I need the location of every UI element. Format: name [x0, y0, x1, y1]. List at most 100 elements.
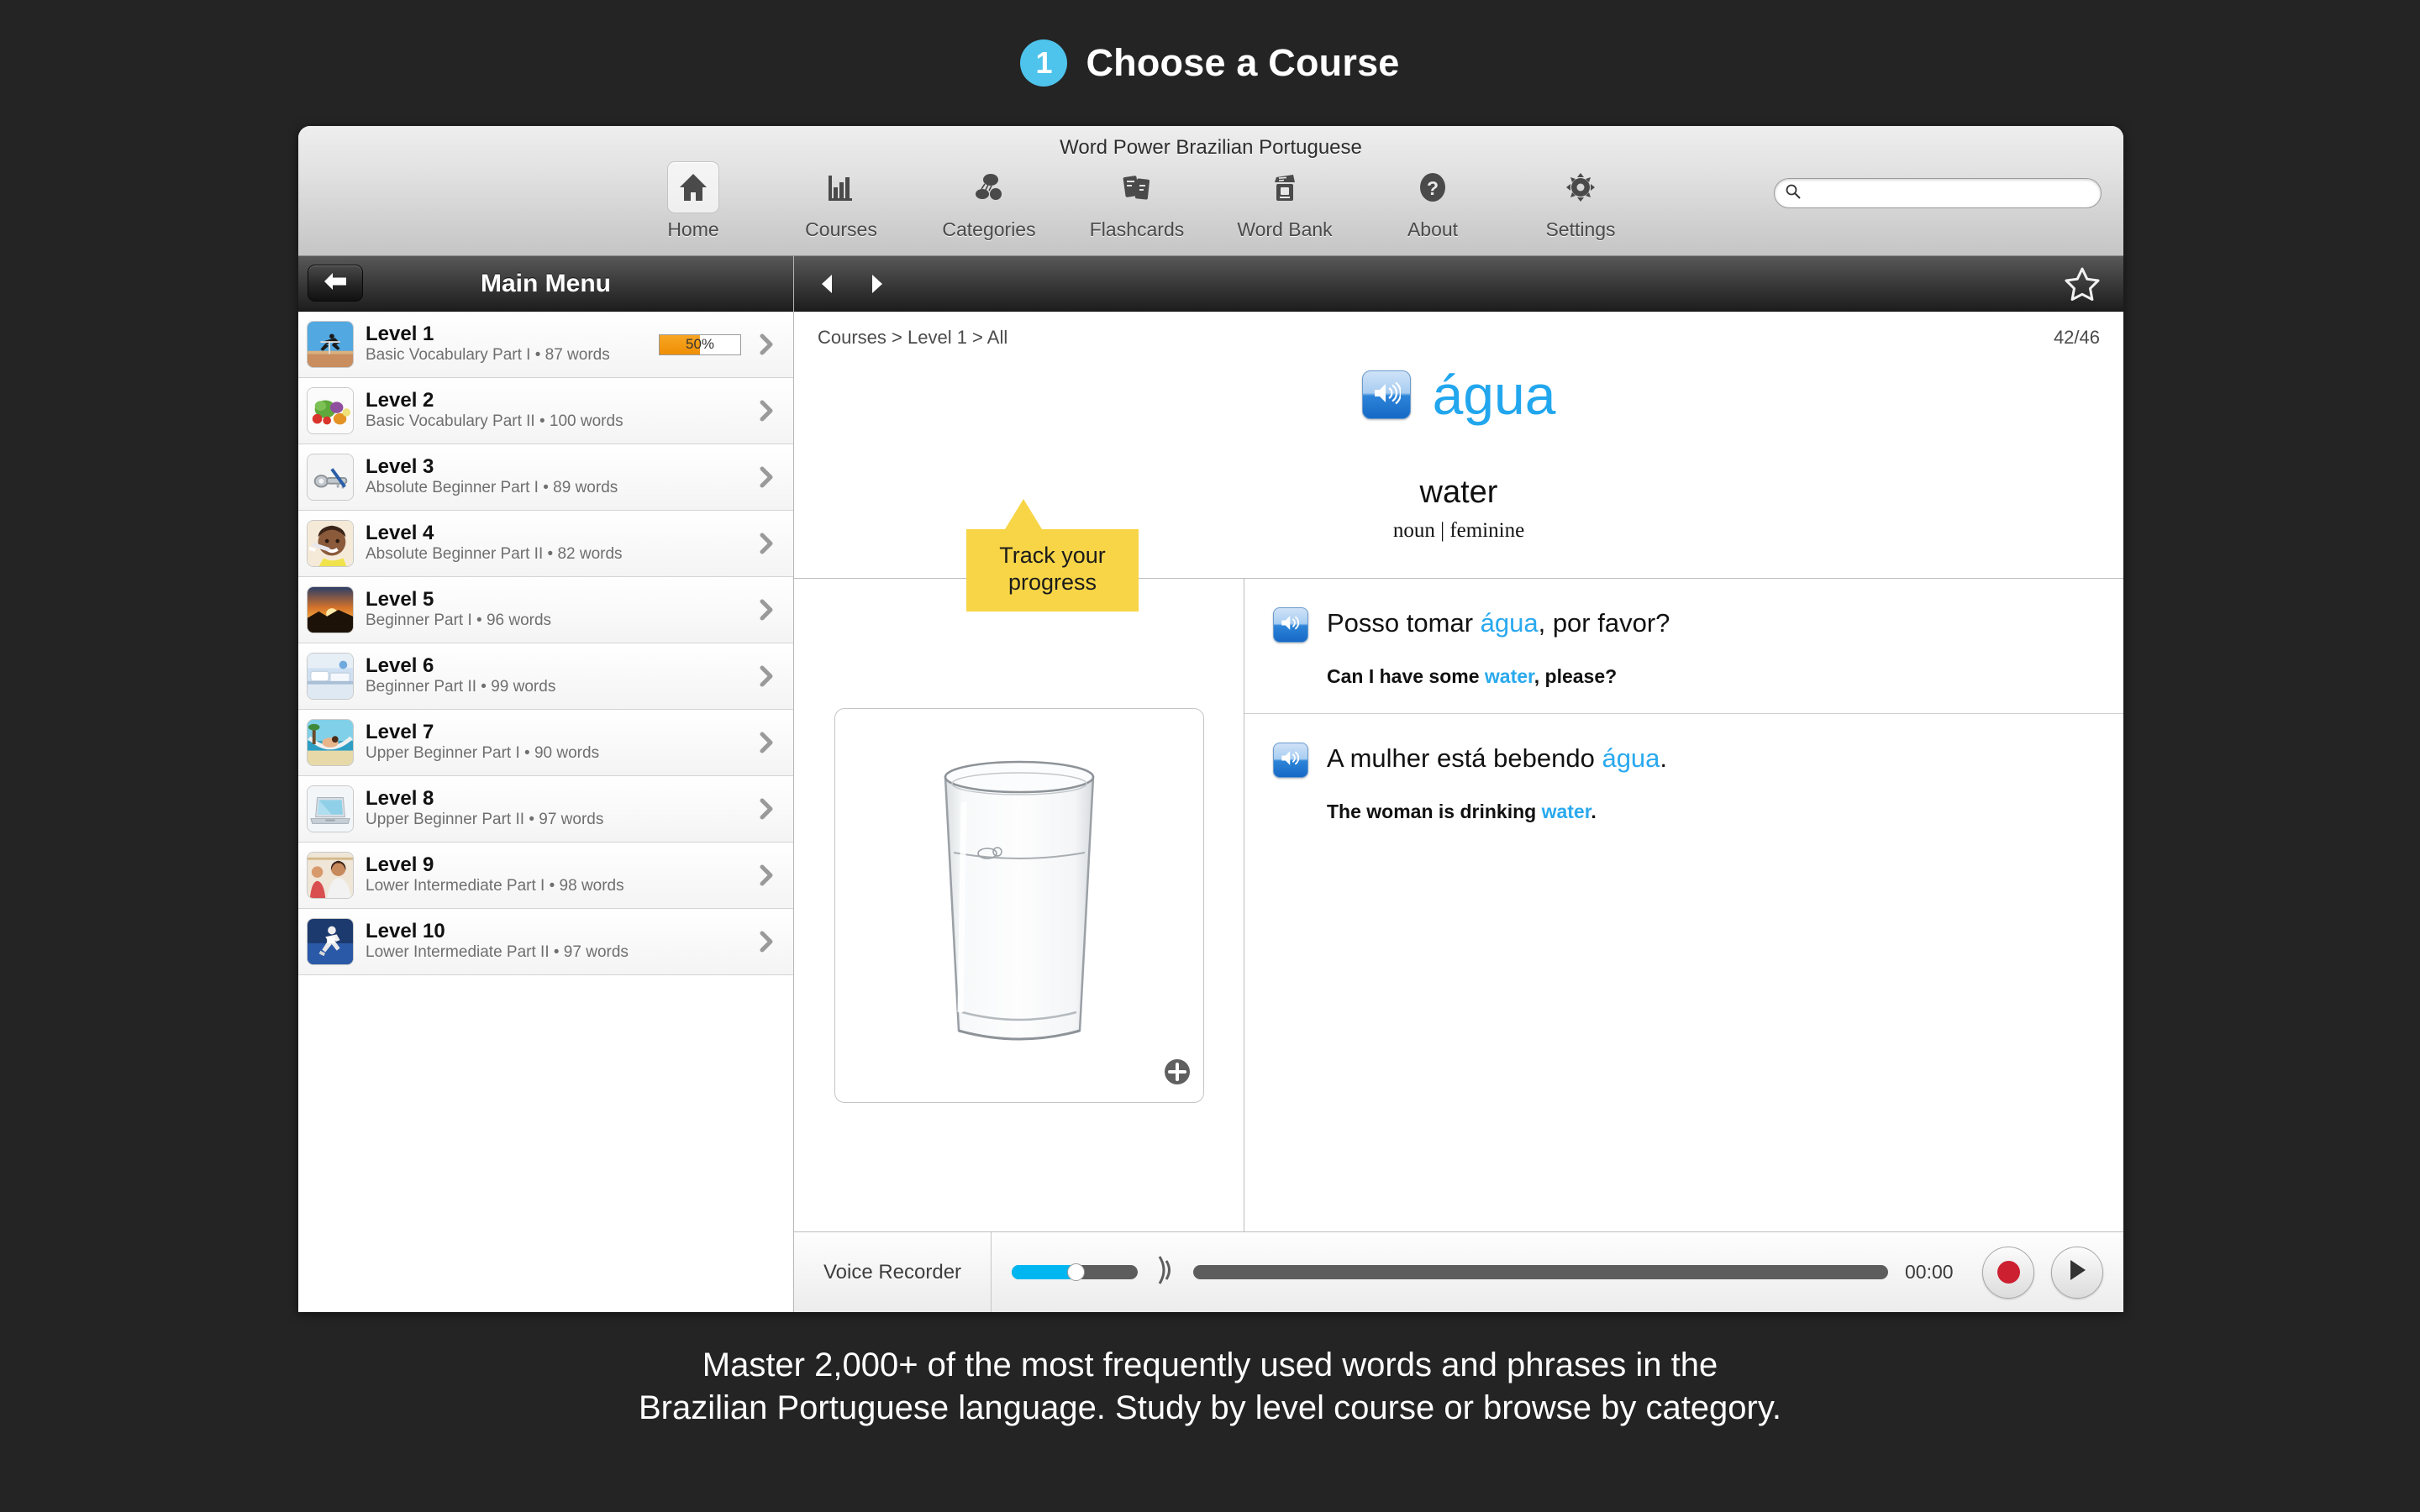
toolbar-item-settings[interactable]: Settings [1522, 161, 1639, 241]
sentence-native: The woman is drinking water. [1327, 801, 1667, 823]
level-text: Level 9 Lower Intermediate Part I • 98 wo… [354, 854, 753, 896]
toolbar-item-about[interactable]: ? About [1374, 161, 1491, 241]
chevron-right-icon[interactable] [753, 332, 781, 357]
volume-slider[interactable] [1012, 1263, 1138, 1281]
hammock-thumb [307, 719, 354, 766]
level-row[interactable]: Level 1 Basic Vocabulary Part I • 87 word… [298, 312, 793, 378]
keys-thumb [307, 454, 354, 501]
audio-play-button-sentence[interactable] [1273, 607, 1308, 643]
audio-play-button-sentence[interactable] [1273, 742, 1308, 778]
headword: água [1432, 364, 1556, 426]
level-row[interactable]: Level 5 Beginner Part I • 96 words [298, 577, 793, 643]
back-button[interactable] [308, 265, 363, 302]
sentence-part: , please? [1534, 664, 1618, 687]
tooltip-track-progress: Track your progress [966, 499, 1139, 612]
search-field[interactable] [1774, 178, 2102, 208]
plus-zoom-icon [1163, 1058, 1192, 1089]
window-title: Word Power Brazilian Portuguese [1060, 136, 1362, 159]
toolbar-label: Flashcards [1089, 218, 1185, 240]
voice-recorder-label: Voice Recorder [794, 1232, 992, 1312]
chevron-right-icon[interactable] [753, 531, 781, 556]
play-button[interactable] [2051, 1246, 2103, 1299]
sentence-part: A mulher está bebendo [1327, 743, 1602, 773]
level-name: Level 8 [366, 788, 434, 811]
chevron-right-icon[interactable] [753, 929, 781, 954]
breadcrumb[interactable]: Courses > Level 1 > All [818, 327, 1007, 349]
toolbar-item-courses[interactable]: Courses [782, 161, 900, 241]
word-block: água water noun | feminine [794, 349, 2123, 543]
toolbar-item-home[interactable]: Home [634, 161, 752, 241]
level-subtitle: Upper Beginner Part II • 97 words [366, 811, 604, 829]
toolbar-label: Settings [1545, 218, 1616, 240]
next-arrow-icon[interactable] [863, 267, 892, 301]
word-image-card[interactable] [834, 707, 1204, 1103]
sentence-part: , por favor? [1538, 608, 1670, 638]
chevron-right-icon[interactable] [753, 796, 781, 822]
level-text: Level 4 Absolute Beginner Part II • 82 wo… [354, 522, 753, 564]
favorite-star-button[interactable] [2063, 265, 2102, 307]
image-zoom-button[interactable] [1163, 1058, 1192, 1090]
level-progress-bar: 50% [659, 333, 741, 355]
chevron-right-icon[interactable] [753, 863, 781, 888]
chevron-right-icon[interactable] [753, 465, 781, 490]
sunset-thumb [307, 586, 354, 633]
level-subtitle: Basic Vocabulary Part II • 100 words [366, 412, 623, 431]
sidebar-header: Main Menu [298, 256, 793, 312]
home-icon [667, 161, 719, 213]
playback-progress-track[interactable] [1193, 1265, 1888, 1279]
level-row[interactable]: Level 4 Absolute Beginner Part II • 82 wo… [298, 511, 793, 577]
level-name: Level 7 [366, 722, 434, 744]
word-bank-icon [1259, 161, 1311, 213]
back-arrow-icon [322, 270, 349, 297]
headword-row: água [794, 367, 2123, 423]
example-sentence: A mulher está bebendo água. The woman is … [1244, 712, 2123, 848]
caption-line-2: Brazilian Portuguese language. Study by … [638, 1389, 1782, 1427]
level-row[interactable]: Level 10 Lower Intermediate Part II • 97 … [298, 909, 793, 975]
toolbar-item-word-bank[interactable]: Word Bank [1226, 161, 1344, 241]
level-row[interactable]: Level 3 Absolute Beginner Part I • 89 wor… [298, 444, 793, 511]
record-button[interactable] [1982, 1246, 2034, 1299]
volume-slider-fill [1012, 1265, 1072, 1279]
toolbar-item-categories[interactable]: Categories [930, 161, 1048, 241]
people-thumb [307, 852, 354, 899]
level-subtitle: Beginner Part II • 99 words [366, 678, 556, 696]
sentence-text: Posso tomar água, por favor? Can I have s… [1327, 607, 1670, 688]
highlight-word: água [1480, 608, 1539, 638]
level-text: Level 7 Upper Beginner Part I • 90 words [354, 722, 753, 764]
highlight-word: água [1602, 743, 1660, 773]
toolbar-label: About [1407, 218, 1459, 240]
level-row[interactable]: Level 7 Upper Beginner Part I • 90 words [298, 710, 793, 776]
chevron-right-icon[interactable] [753, 597, 781, 622]
lower-split: Posso tomar água, por favor? Can I have s… [794, 578, 2123, 1231]
voice-recorder-bar: Voice Recorder 00:00 [794, 1231, 2123, 1312]
app-window: Word Power Brazilian Portuguese Home Cou… [298, 126, 2123, 1312]
glass-of-water-image [893, 735, 1145, 1075]
chevron-right-icon[interactable] [753, 664, 781, 689]
level-name: Level 4 [366, 522, 434, 545]
highlight-word: water [1541, 800, 1591, 822]
prev-arrow-icon[interactable] [813, 267, 841, 301]
sentence-part: Posso tomar [1327, 608, 1481, 638]
level-row[interactable]: Level 2 Basic Vocabulary Part II • 100 wo… [298, 378, 793, 444]
speaker-icon [1372, 381, 1402, 410]
audio-play-button-headword[interactable] [1361, 370, 1411, 419]
hurdler-thumb [307, 321, 354, 368]
level-row[interactable]: Level 9 Lower Intermediate Part I • 98 wo… [298, 843, 793, 909]
toolbar-item-flashcards[interactable]: Flashcards [1078, 161, 1196, 241]
content-pane: Courses > Level 1 > All 42/46 água water… [794, 256, 2123, 1312]
sentence-target: A mulher está bebendo água. [1327, 743, 1667, 775]
image-pane [794, 579, 1244, 1231]
chevron-right-icon[interactable] [753, 730, 781, 755]
toolbar-label: Categories [942, 218, 1036, 240]
promo-title: Choose a Course [1086, 41, 1400, 84]
level-row[interactable]: Level 8 Upper Beginner Part II • 97 words [298, 776, 793, 843]
step-number-badge: 1 [1020, 39, 1068, 87]
level-subtitle: Absolute Beginner Part II • 82 words [366, 545, 623, 564]
search-input[interactable] [1808, 183, 2091, 203]
sentence-text: A mulher está bebendo água. The woman is … [1327, 743, 1667, 823]
content-nav [794, 256, 2123, 312]
level-row[interactable]: Level 6 Beginner Part II • 99 words [298, 643, 793, 710]
promo-header: 1 Choose a Course [0, 0, 2420, 126]
chevron-right-icon[interactable] [753, 398, 781, 423]
volume-slider-knob[interactable] [1067, 1263, 1085, 1281]
